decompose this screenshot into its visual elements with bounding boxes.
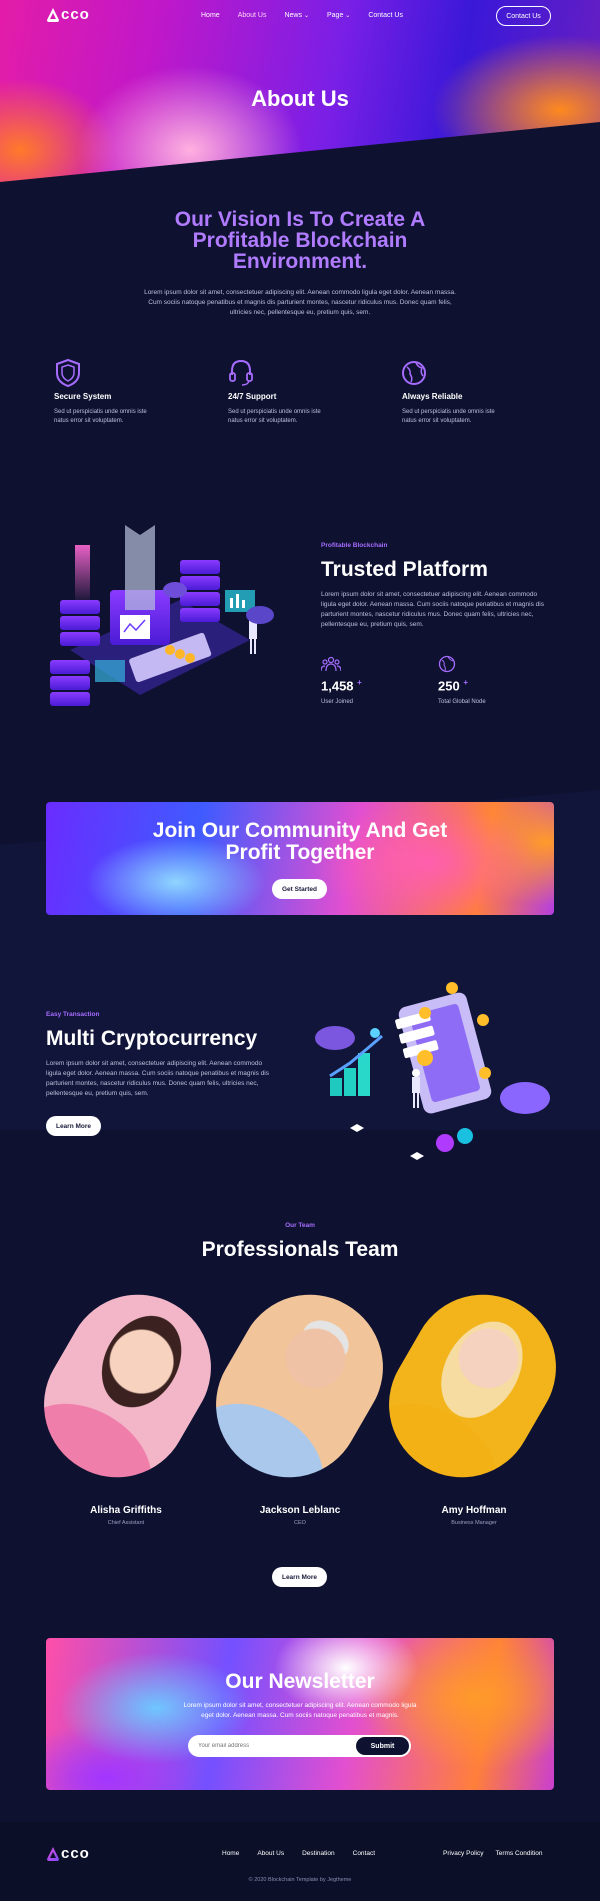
platform-title: Trusted Platform (321, 558, 488, 581)
nav-about[interactable]: About Us (238, 12, 267, 19)
newsletter-title: Our Newsletter (225, 1670, 375, 1693)
member-role: Business Manager (451, 1520, 497, 1526)
newsletter-text: Lorem ipsum dolor sit amet, consectetuer… (183, 1702, 417, 1719)
submit-button[interactable]: Submit (356, 1737, 409, 1755)
stat-label: Total Global Node (438, 699, 486, 705)
feature-title: Always Reliable (402, 392, 463, 401)
feature-text: Sed ut perspiciatis unde omnis iste natus… (228, 409, 321, 424)
globe-icon (402, 361, 426, 385)
copyright: © 2020 Blockchain Template by Jegtheme (248, 1877, 352, 1883)
terms-condition-link[interactable]: Terms Condition (495, 1850, 542, 1857)
crypto-eyebrow: Easy Transaction (46, 1011, 100, 1018)
logo-icon (47, 7, 59, 22)
logo[interactable]: cco (46, 6, 90, 23)
vision-text: Lorem ipsum dolor sit amet, consectetuer… (144, 289, 456, 316)
feature-text: Sed ut perspiciatis unde omnis iste natus… (54, 409, 147, 424)
email-field[interactable] (198, 1738, 348, 1754)
footer-link-about[interactable]: About Us (257, 1850, 284, 1857)
member-name: Jackson Leblanc (259, 1505, 341, 1516)
member-role: Chief Assistant (107, 1520, 145, 1526)
crypto-title: Multi Cryptocurrency (46, 1027, 258, 1050)
globe-icon (438, 655, 456, 673)
nav-news[interactable]: News ⌄ (284, 12, 309, 19)
feature-text: Sed ut perspiciatis unde omnis iste natus… (402, 409, 495, 424)
footer-logo[interactable]: cco (46, 1845, 90, 1862)
chevron-down-icon: ⌄ (303, 13, 309, 19)
feature-title: 24/7 Support (228, 392, 277, 401)
footer-link-home[interactable]: Home (222, 1850, 239, 1857)
platform-text: Lorem ipsum dolor sit amet, consectetuer… (321, 591, 544, 628)
footer-legal: Privacy Policy Terms Condition (443, 1850, 542, 1857)
users-icon (321, 656, 341, 672)
member-photo (362, 1268, 583, 1504)
learn-more-button[interactable]: Learn More (46, 1116, 101, 1136)
nav-contact[interactable]: Contact Us (368, 12, 403, 19)
community-title: Join Our Community And Get Profit Togethe… (152, 819, 448, 864)
blockchain-illustration (50, 525, 274, 706)
footer-link-destination[interactable]: Destination (302, 1850, 335, 1857)
footer-nav: Home About Us Destination Contact (222, 1850, 375, 1857)
member-photo (189, 1268, 410, 1504)
stat-value: 250 + (438, 678, 468, 694)
logo-icon (47, 1846, 59, 1861)
footer (0, 1822, 600, 1901)
main-nav: Home About Us News ⌄ Page ⌄ Contact Us (201, 12, 403, 19)
feature-title: Secure System (54, 392, 112, 401)
chevron-down-icon: ⌄ (345, 13, 351, 19)
member-name: Amy Hoffman (441, 1505, 507, 1516)
crypto-text: Lorem ipsum dolor sit amet, consectetuer… (46, 1060, 269, 1097)
footer-link-contact[interactable]: Contact (353, 1850, 375, 1857)
privacy-policy-link[interactable]: Privacy Policy (443, 1850, 483, 1857)
team-learn-more-button[interactable]: Learn More (272, 1567, 327, 1587)
shield-icon (56, 358, 80, 388)
member-photo (17, 1268, 238, 1504)
get-started-button[interactable]: Get Started (272, 879, 327, 899)
vision-title: Our Vision Is To Create A Profitable Bloc… (174, 208, 426, 273)
logo-text: cco (61, 1845, 90, 1862)
headset-icon (229, 359, 253, 386)
member-role: CEO (294, 1520, 306, 1526)
team-title: Professionals Team (201, 1238, 399, 1261)
member-name: Alisha Griffiths (90, 1505, 162, 1516)
crypto-illustration (315, 982, 550, 1160)
stat-label: User Joined (321, 699, 354, 705)
page-title: About Us (251, 86, 349, 111)
team-eyebrow: Our Team (285, 1222, 315, 1229)
contact-us-button[interactable]: Contact Us (496, 6, 551, 26)
stat-value: 1,458 + (321, 678, 362, 694)
nav-page[interactable]: Page ⌄ (327, 12, 350, 19)
platform-eyebrow: Profitable Blockchain (321, 542, 388, 549)
logo-text: cco (61, 6, 90, 23)
nav-home[interactable]: Home (201, 12, 220, 19)
